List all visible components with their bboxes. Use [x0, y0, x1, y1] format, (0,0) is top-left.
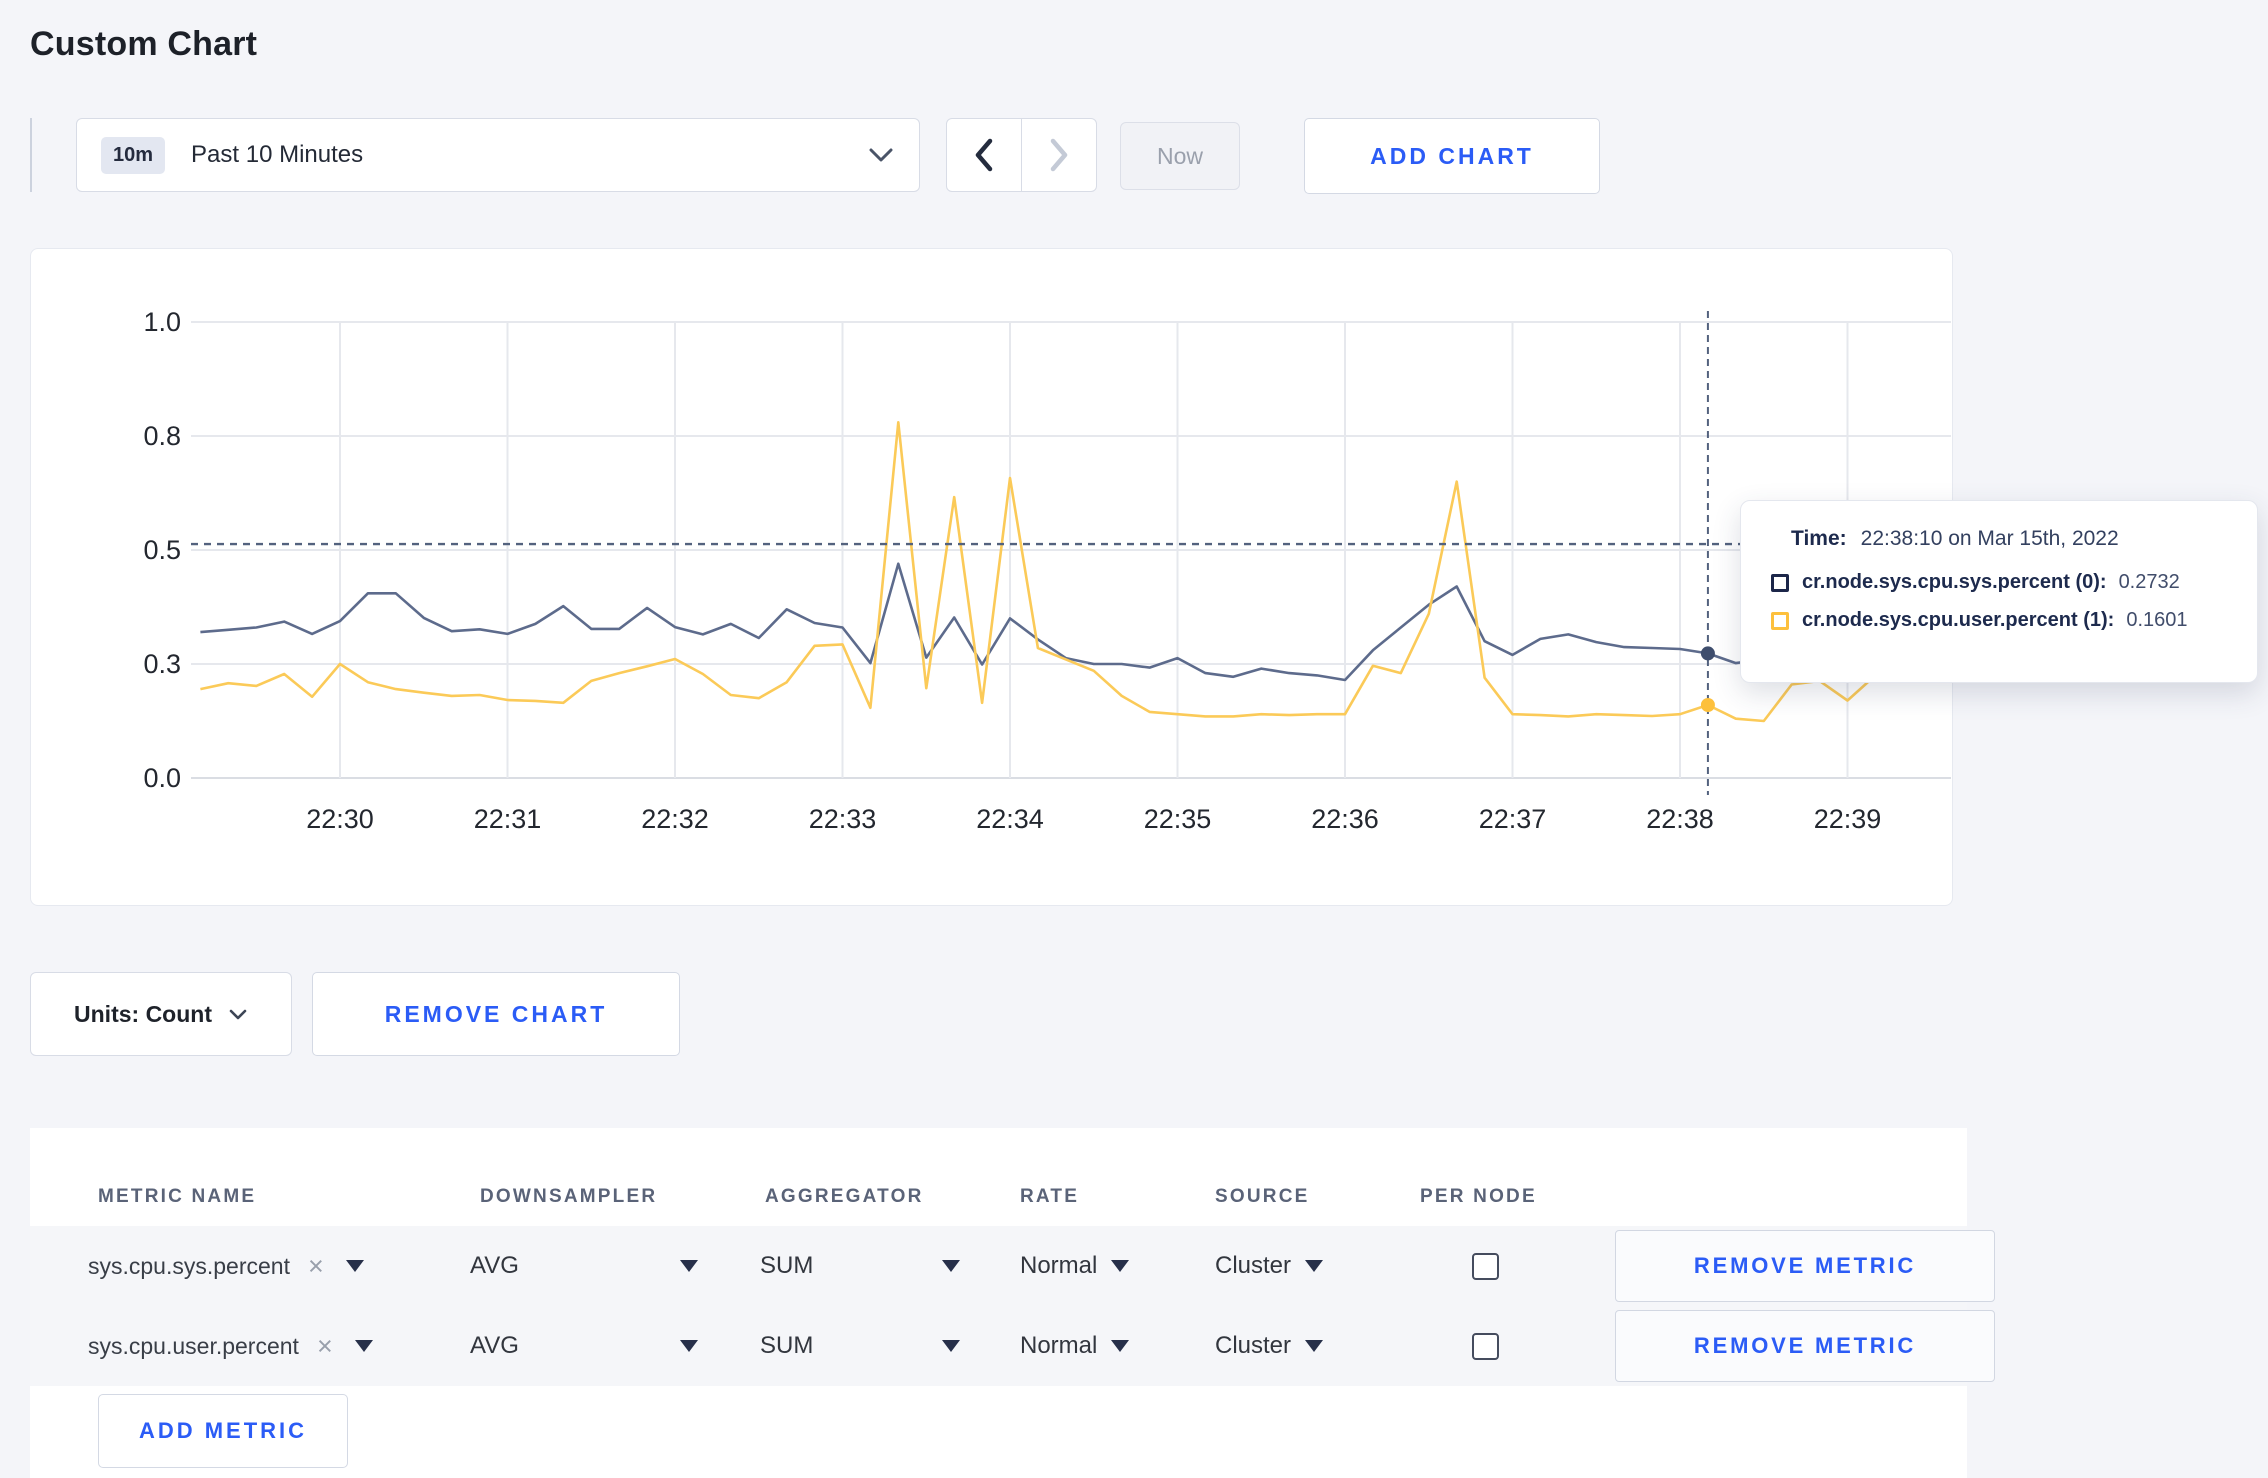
- remove-metric-button[interactable]: REMOVE METRIC: [1615, 1310, 1995, 1382]
- chevron-right-icon: [1050, 138, 1067, 172]
- metric-name-select[interactable]: sys.cpu.sys.percent: [88, 1253, 290, 1280]
- x-axis-label: 22:30: [306, 804, 374, 834]
- add-chart-button[interactable]: ADD CHART: [1304, 118, 1600, 194]
- caret-down-icon[interactable]: [354, 1340, 373, 1352]
- crosshair-dot-user: [1700, 697, 1715, 712]
- x-axis-label: 22:35: [1144, 804, 1212, 834]
- add-metric-button[interactable]: ADD METRIC: [98, 1394, 348, 1468]
- time-range-badge: 10m: [101, 136, 166, 174]
- per-node-checkbox[interactable]: [1472, 1252, 1499, 1280]
- time-range-select[interactable]: 10m Past 10 Minutes: [76, 118, 920, 192]
- x-axis-label: 22:32: [641, 804, 709, 834]
- next-time-button[interactable]: [1020, 118, 1097, 192]
- toolbar-left-divider: [30, 118, 32, 192]
- x-axis-label: 22:38: [1646, 804, 1714, 834]
- downsampler-select[interactable]: AVG: [470, 1252, 519, 1280]
- prev-time-button[interactable]: [946, 118, 1022, 192]
- caret-down-icon[interactable]: [680, 1260, 698, 1272]
- tooltip-time: Time: 22:38:10 on Mar 15th, 2022: [1791, 527, 2227, 551]
- now-button[interactable]: Now: [1120, 122, 1240, 190]
- downsampler-select[interactable]: AVG: [470, 1332, 519, 1360]
- series-line-user: [200, 421, 1932, 723]
- series-swatch-icon: [1771, 573, 1789, 592]
- remove-chart-button[interactable]: REMOVE CHART: [312, 972, 680, 1056]
- chevron-left-icon: [975, 138, 993, 172]
- caret-down-icon[interactable]: [1305, 1340, 1324, 1352]
- x-axis-label: 22:33: [809, 804, 877, 834]
- tooltip-series-value: 0.1601: [2126, 609, 2188, 631]
- tooltip-series-row: cr.node.sys.cpu.user.percent (1): 0.1601: [1771, 609, 2227, 632]
- x-axis-label: 22:31: [474, 804, 542, 834]
- y-axis-label: 1.0: [143, 307, 181, 337]
- page-title: Custom Chart: [30, 24, 258, 63]
- series-swatch-icon: [1771, 611, 1789, 630]
- aggregator-select[interactable]: SUM: [760, 1332, 813, 1360]
- metric-name-select[interactable]: sys.cpu.user.percent: [88, 1333, 299, 1360]
- col-header-metric-name: METRIC NAME: [98, 1186, 257, 1207]
- per-node-checkbox[interactable]: [1472, 1332, 1499, 1360]
- crosshair-dot-sys: [1700, 646, 1715, 661]
- aggregator-select[interactable]: SUM: [760, 1252, 813, 1280]
- remove-metric-button[interactable]: REMOVE METRIC: [1615, 1230, 1995, 1302]
- caret-down-icon[interactable]: [680, 1340, 698, 1352]
- units-select[interactable]: Units: Count: [30, 972, 292, 1056]
- source-select[interactable]: Cluster: [1215, 1332, 1291, 1360]
- col-header-source: SOURCE: [1215, 1186, 1310, 1207]
- tooltip-series-label: cr.node.sys.cpu.sys.percent (0):: [1802, 571, 2107, 593]
- x-axis-label: 22:36: [1311, 804, 1379, 834]
- metrics-table: METRIC NAME DOWNSAMPLER AGGREGATOR RATE …: [30, 1128, 1995, 1478]
- caret-down-icon[interactable]: [942, 1340, 960, 1352]
- time-nav-group: [946, 118, 1098, 192]
- clear-metric-icon[interactable]: ×: [317, 1332, 333, 1360]
- col-header-rate: RATE: [1020, 1186, 1080, 1207]
- tooltip-series-value: 0.2732: [2118, 571, 2180, 593]
- chart-canvas[interactable]: 0.0 0.3 0.5 0.8 1.0 22:30 22:31 22:32 22:33 22:34…: [31, 249, 1952, 905]
- tooltip-series-label: cr.node.sys.cpu.user.percent (1):: [1802, 609, 2115, 631]
- custom-chart-page: Custom Chart 10m Past 10 Minutes Now ADD…: [0, 0, 2268, 1478]
- col-header-downsampler: DOWNSAMPLER: [480, 1186, 658, 1207]
- series-line-sys: [200, 562, 1932, 682]
- caret-down-icon[interactable]: [942, 1260, 960, 1272]
- chart-tooltip: Time: 22:38:10 on Mar 15th, 2022 cr.node…: [1740, 500, 2258, 683]
- caret-down-icon[interactable]: [1305, 1260, 1324, 1272]
- y-axis-label: 0.0: [143, 763, 181, 793]
- col-header-aggregator: AGGREGATOR: [765, 1186, 924, 1207]
- metric-row: sys.cpu.user.percent × AVG SUM Normal Cl…: [30, 1306, 1995, 1386]
- y-axis-label: 0.8: [143, 421, 181, 451]
- time-range-label: Past 10 Minutes: [191, 141, 364, 168]
- clear-metric-icon[interactable]: ×: [308, 1252, 324, 1280]
- y-axis-label: 0.3: [143, 649, 181, 679]
- caret-down-icon[interactable]: [1111, 1340, 1130, 1352]
- chart-card: 0.0 0.3 0.5 0.8 1.0 22:30 22:31 22:32 22:33 22:34…: [30, 248, 1953, 906]
- chevron-down-icon: [869, 148, 893, 162]
- tooltip-time-value: 22:38:10 on Mar 15th, 2022: [1860, 527, 2119, 550]
- tooltip-series-row: cr.node.sys.cpu.sys.percent (0): 0.2732: [1771, 571, 2227, 594]
- source-select[interactable]: Cluster: [1215, 1252, 1291, 1280]
- chevron-down-icon: [229, 1009, 247, 1019]
- rate-select[interactable]: Normal: [1020, 1332, 1097, 1360]
- x-axis-label: 22:34: [976, 804, 1044, 834]
- x-axis-label: 22:37: [1479, 804, 1547, 834]
- caret-down-icon[interactable]: [1111, 1260, 1130, 1272]
- caret-down-icon[interactable]: [345, 1260, 364, 1272]
- y-axis-label: 0.5: [143, 535, 181, 565]
- x-axis-label: 22:39: [1814, 804, 1882, 834]
- rate-select[interactable]: Normal: [1020, 1252, 1097, 1280]
- units-select-label: Units: Count: [74, 1000, 212, 1027]
- tooltip-time-label: Time:: [1791, 527, 1847, 550]
- metric-row: sys.cpu.sys.percent × AVG SUM Normal Clu…: [30, 1226, 1995, 1306]
- col-header-per-node: PER NODE: [1420, 1186, 1537, 1207]
